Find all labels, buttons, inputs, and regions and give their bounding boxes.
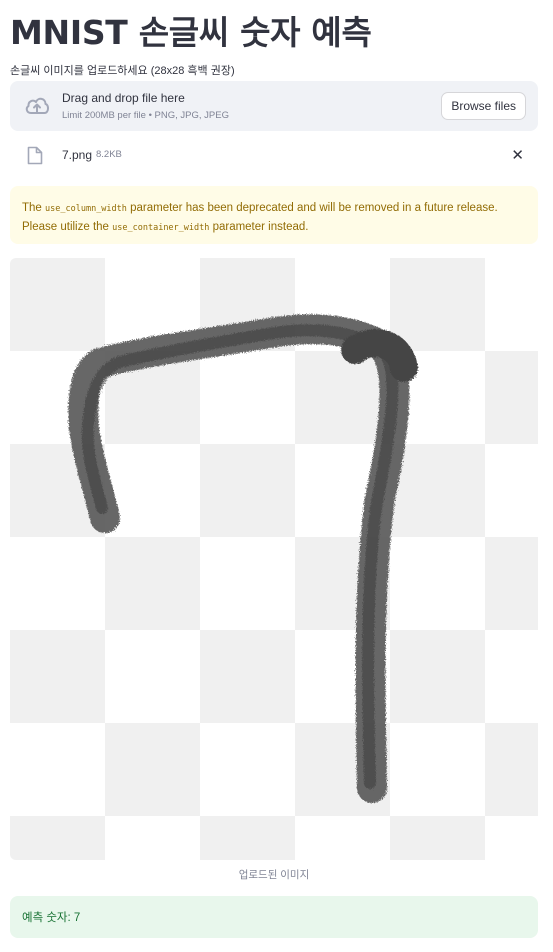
browse-files-button[interactable]: Browse files: [441, 92, 526, 120]
deprecation-warning: The use_column_width parameter has been …: [10, 186, 538, 244]
uploaded-file-row: 7.png 8.2KB ✕: [10, 140, 538, 170]
image-caption: 업로드된 이미지: [238, 869, 310, 881]
prediction-result: 예측 숫자: 7: [10, 896, 538, 938]
warning-text-3: parameter instead.: [209, 221, 309, 233]
file-dropzone[interactable]: Drag and drop file here Limit 200MB per …: [10, 81, 538, 131]
handwritten-digit-image: [10, 258, 538, 860]
uploaded-image: [10, 258, 538, 860]
uploader-label: 손글씨 이미지를 업로드하세요 (28x28 흑백 권장): [10, 65, 235, 77]
warning-code-2: use_container_width: [112, 223, 210, 233]
cloud-upload-icon: [25, 97, 49, 114]
warning-text-1: The: [22, 202, 46, 214]
file-icon: [27, 146, 43, 165]
file-name: 7.png: [62, 148, 93, 162]
warning-code-1: use_column_width: [45, 204, 127, 214]
page-title: MNIST 손글씨 숫자 예측: [10, 13, 372, 52]
dropzone-title: Drag and drop file here: [62, 91, 185, 105]
transparency-checkerboard: [10, 258, 538, 860]
dropzone-limit: Limit 200MB per file • PNG, JPG, JPEG: [62, 110, 229, 121]
file-size: 8.2KB: [96, 149, 122, 160]
close-icon[interactable]: ✕: [511, 146, 524, 164]
